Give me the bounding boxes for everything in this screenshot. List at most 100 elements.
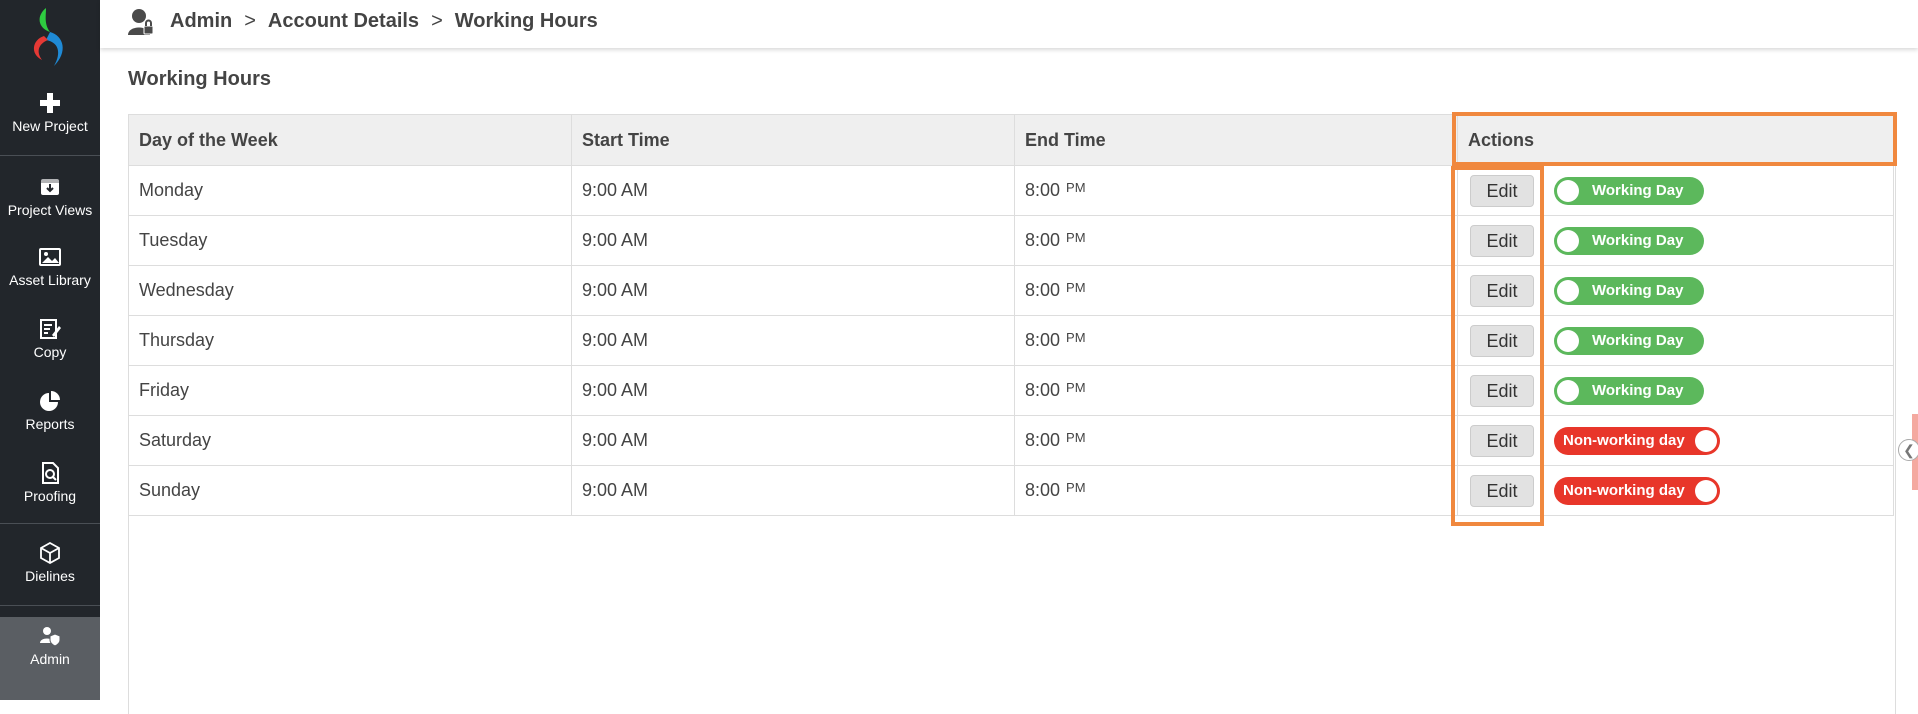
sidebar: New Project Project Views Asset Library … — [0, 0, 100, 700]
working-day-toggle[interactable]: Working Day — [1554, 226, 1704, 255]
working-day-toggle[interactable]: Working Day — [1554, 376, 1704, 405]
end-time-period: PM — [1066, 230, 1086, 245]
sidebar-item-copy[interactable]: Copy — [0, 318, 100, 374]
end-time-value: 8:00 — [1025, 330, 1061, 350]
image-icon — [39, 248, 61, 266]
toggle-label: Non-working day — [1563, 431, 1685, 449]
column-header-start-time: Start Time — [571, 114, 1015, 166]
end-time-cell: 8:00 PM — [1014, 365, 1458, 416]
edit-button[interactable]: Edit — [1470, 424, 1534, 457]
sidebar-item-project-views[interactable]: Project Views — [0, 176, 100, 232]
start-time-cell: 9:00 AM — [571, 365, 1015, 416]
start-time-cell: 9:00 AM — [571, 165, 1015, 216]
end-time-value: 8:00 — [1025, 430, 1061, 450]
toggle-label: Working Day — [1592, 281, 1684, 299]
toggle-label: Working Day — [1592, 331, 1684, 349]
toggle-label: Working Day — [1592, 231, 1684, 249]
sidebar-item-asset-library[interactable]: Asset Library — [0, 246, 100, 302]
edit-document-icon — [40, 319, 61, 339]
working-day-toggle[interactable]: Working Day — [1554, 176, 1704, 205]
end-time-cell: 8:00 PM — [1014, 315, 1458, 366]
sidebar-item-label: Copy — [33, 344, 67, 360]
sidebar-divider — [0, 523, 100, 524]
breadcrumb-item-account-details[interactable]: Account Details — [268, 10, 419, 32]
toggle-label: Non-working day — [1563, 481, 1685, 499]
toggle-knob — [1557, 329, 1579, 352]
actions-cell: Edit Working Day — [1457, 215, 1894, 266]
end-time-value: 8:00 — [1025, 230, 1061, 250]
sidebar-item-admin[interactable]: Admin — [0, 617, 100, 700]
column-header-actions: Actions — [1457, 114, 1894, 166]
table-row: Sunday 9:00 AM 8:00 PM Edit Non-working day — [128, 465, 1894, 516]
table-header-row: Day of the Week Start Time End Time Acti… — [128, 114, 1894, 166]
edit-button[interactable]: Edit — [1470, 474, 1534, 507]
end-time-value: 8:00 — [1025, 280, 1061, 300]
day-cell: Saturday — [128, 415, 572, 466]
edit-button[interactable]: Edit — [1470, 374, 1534, 407]
pie-chart-icon — [40, 391, 60, 411]
working-day-toggle[interactable]: Non-working day — [1554, 426, 1720, 455]
edit-button[interactable]: Edit — [1470, 174, 1534, 207]
end-time-period: PM — [1066, 280, 1086, 295]
day-cell: Monday — [128, 165, 572, 216]
toggle-knob — [1557, 379, 1579, 402]
day-cell: Tuesday — [128, 215, 572, 266]
table-row: Saturday 9:00 AM 8:00 PM Edit Non-working day — [128, 415, 1894, 466]
table-row: Friday 9:00 AM 8:00 PM Edit Working Day — [128, 365, 1894, 416]
sidebar-divider — [0, 605, 100, 606]
end-time-value: 8:00 — [1025, 380, 1061, 400]
plus-icon — [40, 93, 60, 113]
end-time-period: PM — [1066, 430, 1086, 445]
end-time-period: PM — [1066, 330, 1086, 345]
working-day-toggle[interactable]: Working Day — [1554, 326, 1704, 355]
sidebar-item-reports[interactable]: Reports — [0, 390, 100, 446]
page-title: Working Hours — [128, 68, 271, 90]
box-icon — [40, 542, 60, 564]
breadcrumb-item-admin[interactable]: Admin — [170, 10, 232, 32]
breadcrumb: Admin > Account Details > Working Hours — [170, 10, 598, 33]
sidebar-item-label: Proofing — [23, 488, 77, 504]
table-row: Tuesday 9:00 AM 8:00 PM Edit Working Day — [128, 215, 1894, 266]
sidebar-item-label: Asset Library — [9, 272, 91, 288]
end-time-cell: 8:00 PM — [1014, 265, 1458, 316]
sidebar-item-label: Reports — [25, 416, 75, 432]
end-time-cell: 8:00 PM — [1014, 415, 1458, 466]
breadcrumb-item-working-hours: Working Hours — [454, 10, 598, 32]
end-time-cell: 8:00 PM — [1014, 165, 1458, 216]
sidebar-item-dielines[interactable]: Dielines — [0, 542, 100, 598]
edit-button[interactable]: Edit — [1470, 224, 1534, 257]
sidebar-item-new-project[interactable]: New Project — [0, 92, 100, 148]
admin-user-icon — [128, 9, 154, 35]
sidebar-item-proofing[interactable]: Proofing — [0, 462, 100, 518]
toggle-label: Working Day — [1592, 181, 1684, 199]
end-time-period: PM — [1066, 180, 1086, 195]
app-logo[interactable] — [24, 6, 76, 70]
working-day-toggle[interactable]: Non-working day — [1554, 476, 1720, 505]
sidebar-item-label: Project Views — [7, 202, 93, 218]
end-time-value: 8:00 — [1025, 480, 1061, 500]
admin-icon — [40, 627, 61, 647]
day-cell: Wednesday — [128, 265, 572, 316]
toggle-label: Working Day — [1592, 381, 1684, 399]
breadcrumb-separator: > — [431, 10, 443, 32]
sidebar-item-label: Dielines — [25, 568, 75, 584]
toggle-knob — [1557, 279, 1579, 302]
proofing-icon — [42, 462, 59, 484]
start-time-cell: 9:00 AM — [571, 265, 1015, 316]
day-cell: Sunday — [128, 465, 572, 516]
toggle-knob — [1695, 479, 1717, 502]
end-time-value: 8:00 — [1025, 180, 1061, 200]
chevron-left-icon[interactable]: ❮ — [1898, 439, 1918, 461]
column-header-end-time: End Time — [1014, 114, 1458, 166]
actions-cell: Edit Working Day — [1457, 165, 1894, 216]
toggle-knob — [1557, 229, 1579, 252]
working-day-toggle[interactable]: Working Day — [1554, 276, 1704, 305]
end-time-period: PM — [1066, 480, 1086, 495]
actions-cell: Edit Non-working day — [1457, 415, 1894, 466]
edit-button[interactable]: Edit — [1470, 324, 1534, 357]
edit-button[interactable]: Edit — [1470, 274, 1534, 307]
toggle-knob — [1557, 179, 1579, 202]
table-row: Thursday 9:00 AM 8:00 PM Edit Working Day — [128, 315, 1894, 366]
actions-cell: Edit Working Day — [1457, 265, 1894, 316]
end-time-period: PM — [1066, 380, 1086, 395]
